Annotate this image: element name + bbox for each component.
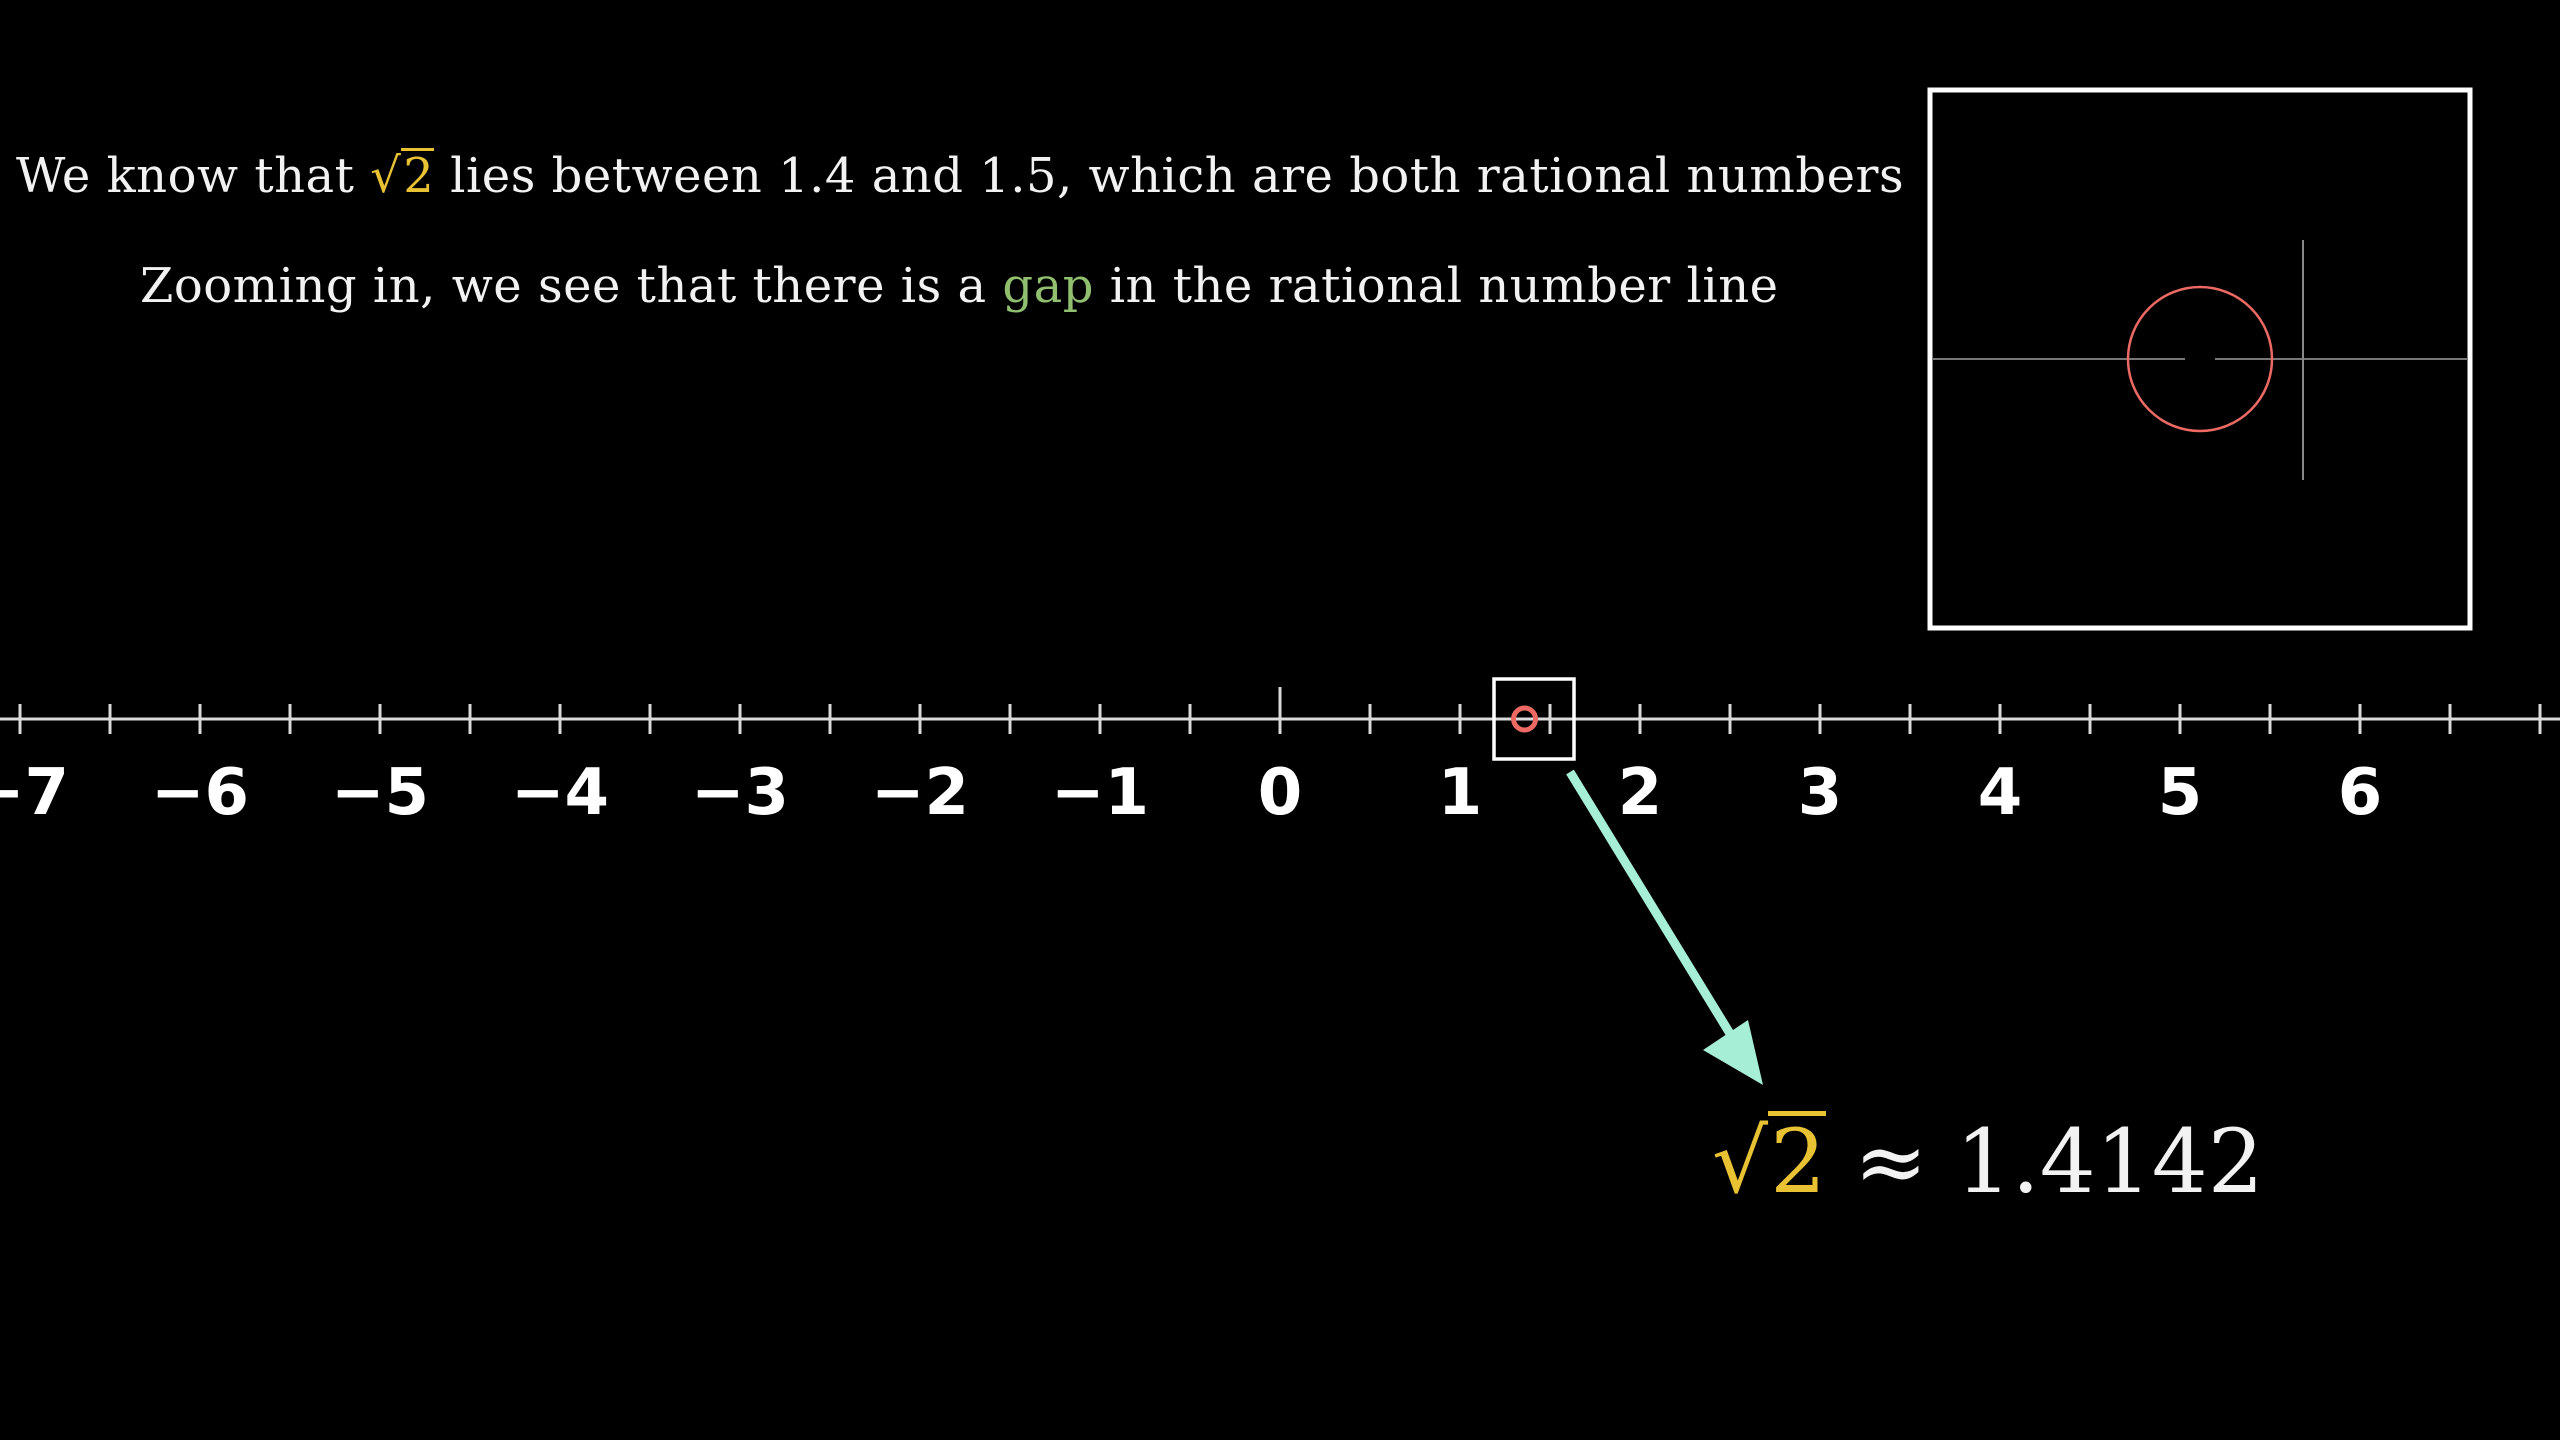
- tick-label: −3: [691, 756, 789, 830]
- tick-label: −6: [151, 756, 249, 830]
- number-line: −7 −6 −5 −4 −3 −2 −1 0 1 2 3 4 5 6: [0, 687, 2560, 830]
- arrow-head: [1703, 1020, 1763, 1085]
- approx-value: 1.4142: [1955, 1110, 2264, 1213]
- approx-radical-sign: √: [1712, 1110, 1769, 1213]
- scene: We know that √2 lies between 1.4 and 1.5…: [0, 0, 2560, 1440]
- diagram-canvas: −7 −6 −5 −4 −3 −2 −1 0 1 2 3 4 5 6: [0, 87, 2560, 1085]
- tick-label: 6: [2338, 756, 2383, 830]
- tick-label: 3: [1798, 756, 1843, 830]
- tick-label: −5: [331, 756, 429, 830]
- approx-sqrt-symbol: √2: [1712, 1110, 1827, 1213]
- sqrt-two-approximation: √2 ≈ 1.4142: [1712, 1110, 2264, 1213]
- tick-label: −7: [0, 756, 69, 830]
- tick-label: −2: [871, 756, 969, 830]
- tick-label: 5: [2158, 756, 2203, 830]
- tick-label: 2: [1618, 756, 1663, 830]
- tick-label: 1: [1438, 756, 1483, 830]
- tick-label: −4: [511, 756, 609, 830]
- approx-radicand: 2: [1768, 1110, 1827, 1213]
- tick-label: −1: [1051, 756, 1149, 830]
- tick-label: 0: [1258, 756, 1303, 830]
- tick-label: 4: [1978, 756, 2023, 830]
- approx-symbol: ≈: [1826, 1110, 1956, 1213]
